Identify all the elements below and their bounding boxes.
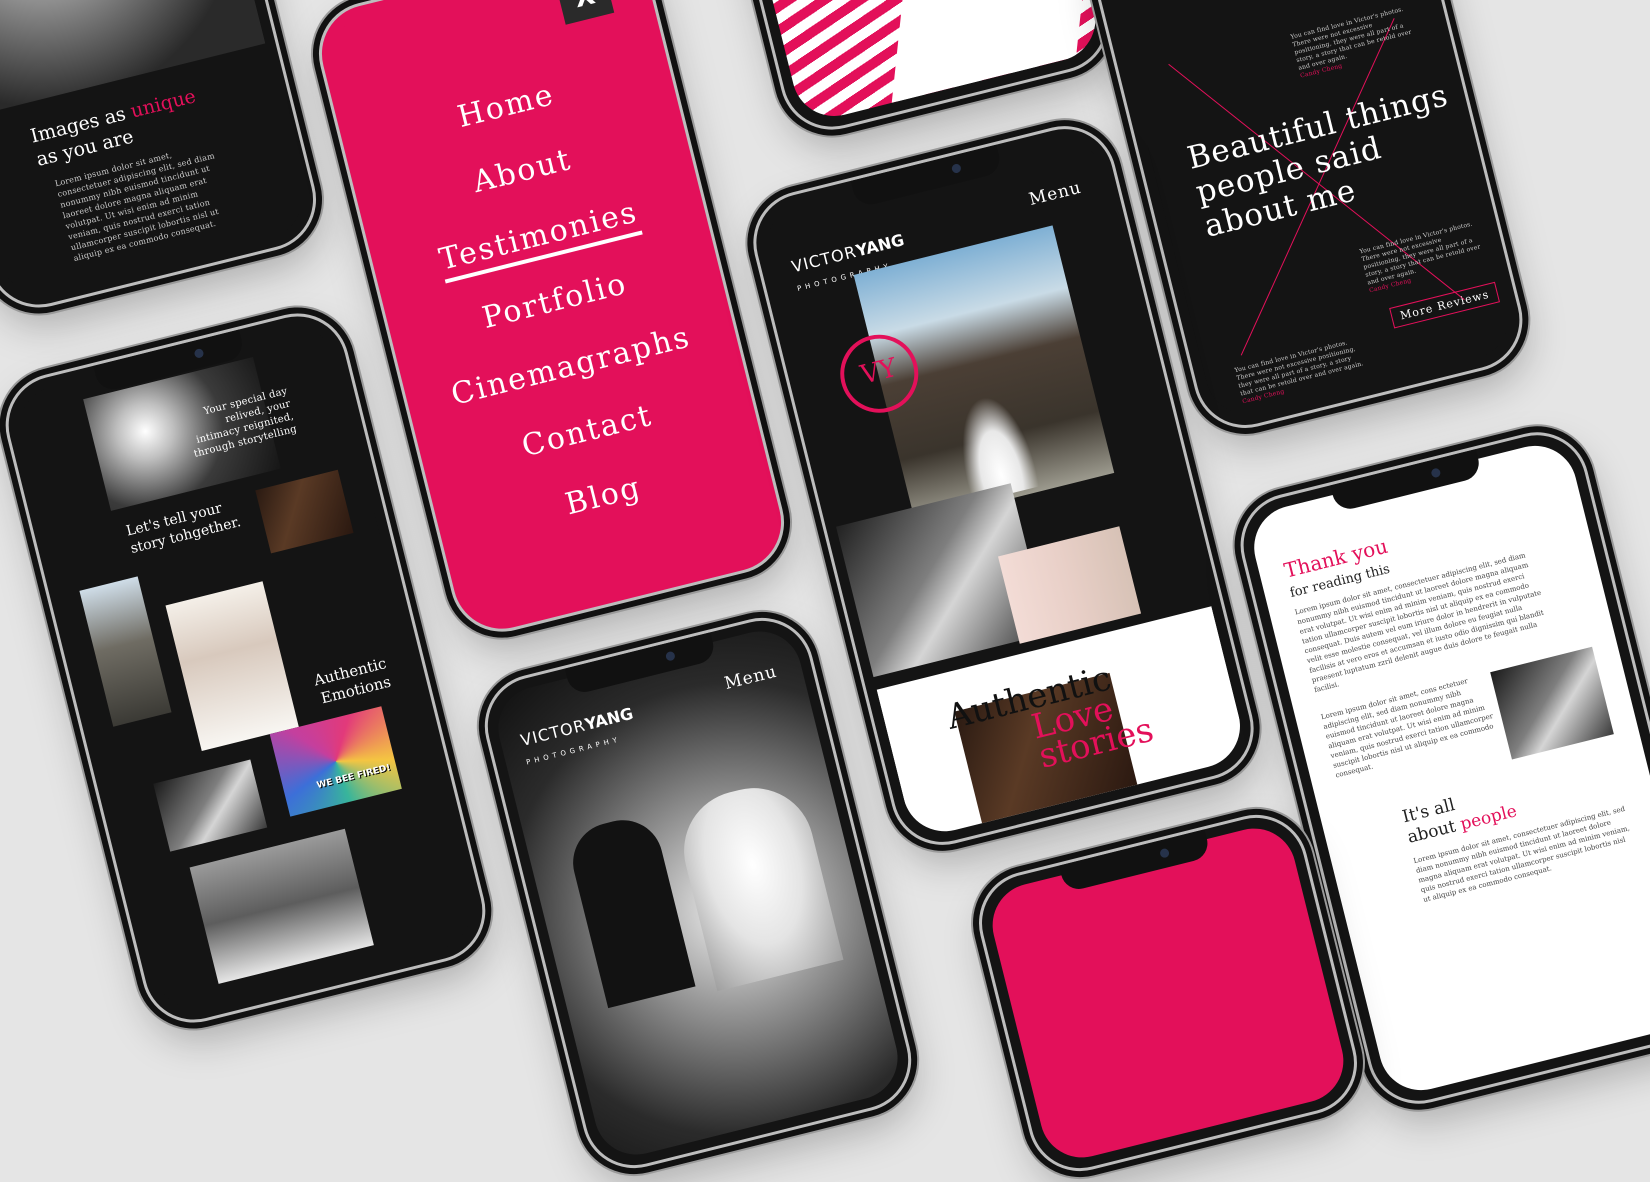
bw-screen: VICTORYANG PHOTOGRAPHY Menu: [489, 622, 907, 1164]
people-heading-accent: people: [1458, 801, 1519, 835]
bride-dress: [948, 389, 1041, 504]
striped-panel: [891, 0, 1105, 103]
embrace-photo: [1490, 646, 1614, 760]
groom-suit: [564, 811, 696, 1009]
bw-logo[interactable]: VICTORYANG PHOTOGRAPHY: [519, 704, 640, 769]
cathedral-thumb: [79, 576, 172, 727]
close-button[interactable]: X: [555, 0, 615, 25]
thanks-body-2: Lorem ipsum dolor sit amet, cons ectetue…: [1320, 677, 1495, 780]
graffiti-text: WE BEE FIRED!: [315, 763, 392, 792]
peek-screen: [983, 819, 1353, 1167]
menu-button[interactable]: Menu: [1027, 178, 1084, 210]
arch-photo: [189, 828, 374, 984]
close-icon: X: [571, 0, 598, 14]
logo-last: YANG: [853, 230, 907, 261]
bride-portrait-photo: [165, 581, 299, 752]
phone-pink-peek: [967, 803, 1369, 1182]
bw-menu-button[interactable]: Menu: [723, 662, 780, 694]
couple-bw-photo: [153, 759, 268, 852]
phone-intro: Images as unique as you are Lorem ipsum …: [0, 0, 328, 319]
striped-screen: [711, 0, 1105, 125]
bw-logo-last: YANG: [582, 703, 636, 734]
monogram-text: VY: [857, 352, 900, 391]
story-heading: Let's tell your story tohgether.: [124, 500, 243, 557]
menu-list: Home About Testimonies Portfolio Cinemag…: [349, 51, 768, 582]
phone-bw: VICTORYANG PHOTOGRAPHY Menu: [473, 606, 923, 1180]
emotions-heading: Authentic Emotions: [311, 654, 393, 708]
doorway-photo: [255, 469, 354, 554]
phone-striped: [695, 0, 1121, 141]
phone-intro-screen: Images as unique as you are Lorem ipsum …: [0, 0, 312, 303]
bride-gown: [671, 775, 844, 992]
intro-heading-accent: unique: [128, 85, 198, 123]
